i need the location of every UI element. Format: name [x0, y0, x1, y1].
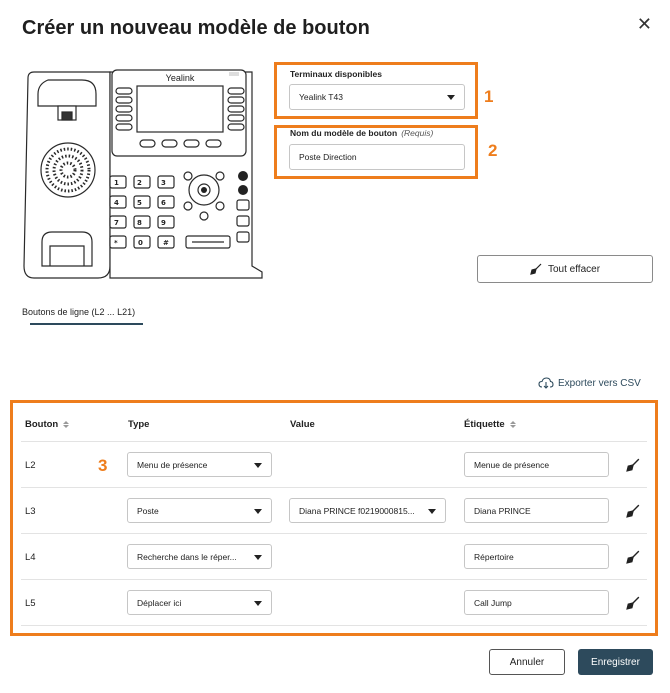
cancel-button[interactable]: Annuler: [489, 649, 565, 675]
value-select[interactable]: Diana PRINCE f0219000815...: [289, 498, 446, 523]
model-name-input[interactable]: Poste Direction: [289, 144, 465, 170]
value-select-value: Diana PRINCE f0219000815...: [299, 505, 415, 516]
terminals-label: Terminaux disponibles: [290, 69, 382, 79]
label-input-value: Call Jump: [474, 597, 512, 608]
export-csv-link[interactable]: Exporter vers CSV: [538, 377, 641, 389]
type-select[interactable]: Poste: [127, 498, 272, 523]
sort-icon: [63, 421, 70, 428]
clear-all-label: Tout effacer: [547, 263, 601, 275]
row-id: L4: [25, 552, 36, 563]
column-header-value: Value: [290, 419, 315, 430]
chevron-down-icon: [254, 600, 262, 606]
column-header-label[interactable]: Étiquette: [464, 419, 516, 430]
header-separator: [21, 441, 647, 442]
svg-text:*: *: [114, 239, 118, 247]
column-header-button-text: Bouton: [25, 419, 59, 430]
type-select-value: Recherche dans le réper...: [137, 551, 237, 562]
terminals-select-value: Yealink T43: [299, 92, 343, 102]
label-input-value: Menue de présence: [474, 459, 550, 470]
label-input[interactable]: Diana PRINCE: [464, 498, 609, 523]
svg-text:#: #: [163, 239, 169, 247]
svg-text:9: 9: [161, 219, 166, 227]
tab-active-indicator: [30, 323, 143, 325]
broom-icon: [530, 263, 542, 275]
svg-text:3: 3: [161, 179, 166, 187]
row-id: L2: [25, 460, 36, 471]
svg-text:4: 4: [114, 199, 119, 207]
annotation-number-1: 1: [484, 87, 494, 106]
type-select-value: Déplacer ici: [137, 597, 182, 608]
type-select-value: Menu de présence: [137, 459, 208, 470]
annotation-number-2: 2: [488, 141, 498, 160]
row-separator: [21, 625, 647, 626]
annotation-number-3: 3: [98, 456, 108, 475]
column-header-button[interactable]: Bouton: [25, 419, 70, 430]
svg-text:2: 2: [137, 179, 142, 187]
column-header-label-text: Étiquette: [464, 419, 505, 430]
svg-text:0: 0: [138, 239, 143, 247]
type-select[interactable]: Recherche dans le réper...: [127, 544, 272, 569]
chevron-down-icon: [254, 462, 262, 468]
chevron-down-icon: [447, 95, 455, 100]
row-separator: [21, 487, 647, 488]
clear-all-button[interactable]: Tout effacer: [477, 255, 653, 283]
cloud-download-icon: [538, 377, 554, 389]
terminals-select[interactable]: Yealink T43: [289, 84, 465, 110]
svg-text:6: 6: [161, 199, 166, 207]
type-select[interactable]: Menu de présence: [127, 452, 272, 477]
label-input-value: Répertoire: [474, 551, 514, 562]
type-select[interactable]: Déplacer ici: [127, 590, 272, 615]
broom-icon[interactable]: [626, 458, 640, 472]
row-id: L3: [25, 506, 36, 517]
phone-brand: Yealink: [166, 73, 195, 83]
chevron-down-icon: [428, 508, 436, 514]
sort-icon: [509, 421, 516, 428]
tab-line-buttons[interactable]: Boutons de ligne (L2 ... L21): [22, 307, 135, 317]
svg-text:1: 1: [114, 179, 119, 187]
label-input[interactable]: Menue de présence: [464, 452, 609, 477]
close-icon[interactable]: ✕: [637, 14, 652, 35]
column-header-type: Type: [128, 419, 150, 430]
chevron-down-icon: [254, 554, 262, 560]
svg-text:8: 8: [137, 219, 142, 227]
save-button[interactable]: Enregistrer: [578, 649, 653, 675]
broom-icon[interactable]: [626, 504, 640, 518]
row-id: L5: [25, 598, 36, 609]
svg-text:7: 7: [114, 219, 119, 227]
chevron-down-icon: [254, 508, 262, 514]
model-name-input-value: Poste Direction: [299, 152, 357, 162]
label-input[interactable]: Répertoire: [464, 544, 609, 569]
row-separator: [21, 533, 647, 534]
broom-icon[interactable]: [626, 550, 640, 564]
label-input[interactable]: Call Jump: [464, 590, 609, 615]
export-csv-label: Exporter vers CSV: [558, 377, 641, 389]
dialog-title: Créer un nouveau modèle de bouton: [22, 17, 370, 39]
required-hint: (Requis): [401, 128, 434, 138]
svg-text:5: 5: [137, 199, 142, 207]
broom-icon[interactable]: [626, 596, 640, 610]
phone-illustration: Yealink 1 2 3 4 5 6 7 8 9 * 0 #: [23, 69, 263, 279]
row-separator: [21, 579, 647, 580]
model-name-label: Nom du modèle de bouton (Requis): [290, 128, 433, 138]
type-select-value: Poste: [137, 505, 159, 516]
model-name-label-text: Nom du modèle de bouton: [290, 128, 398, 138]
label-input-value: Diana PRINCE: [474, 505, 531, 516]
